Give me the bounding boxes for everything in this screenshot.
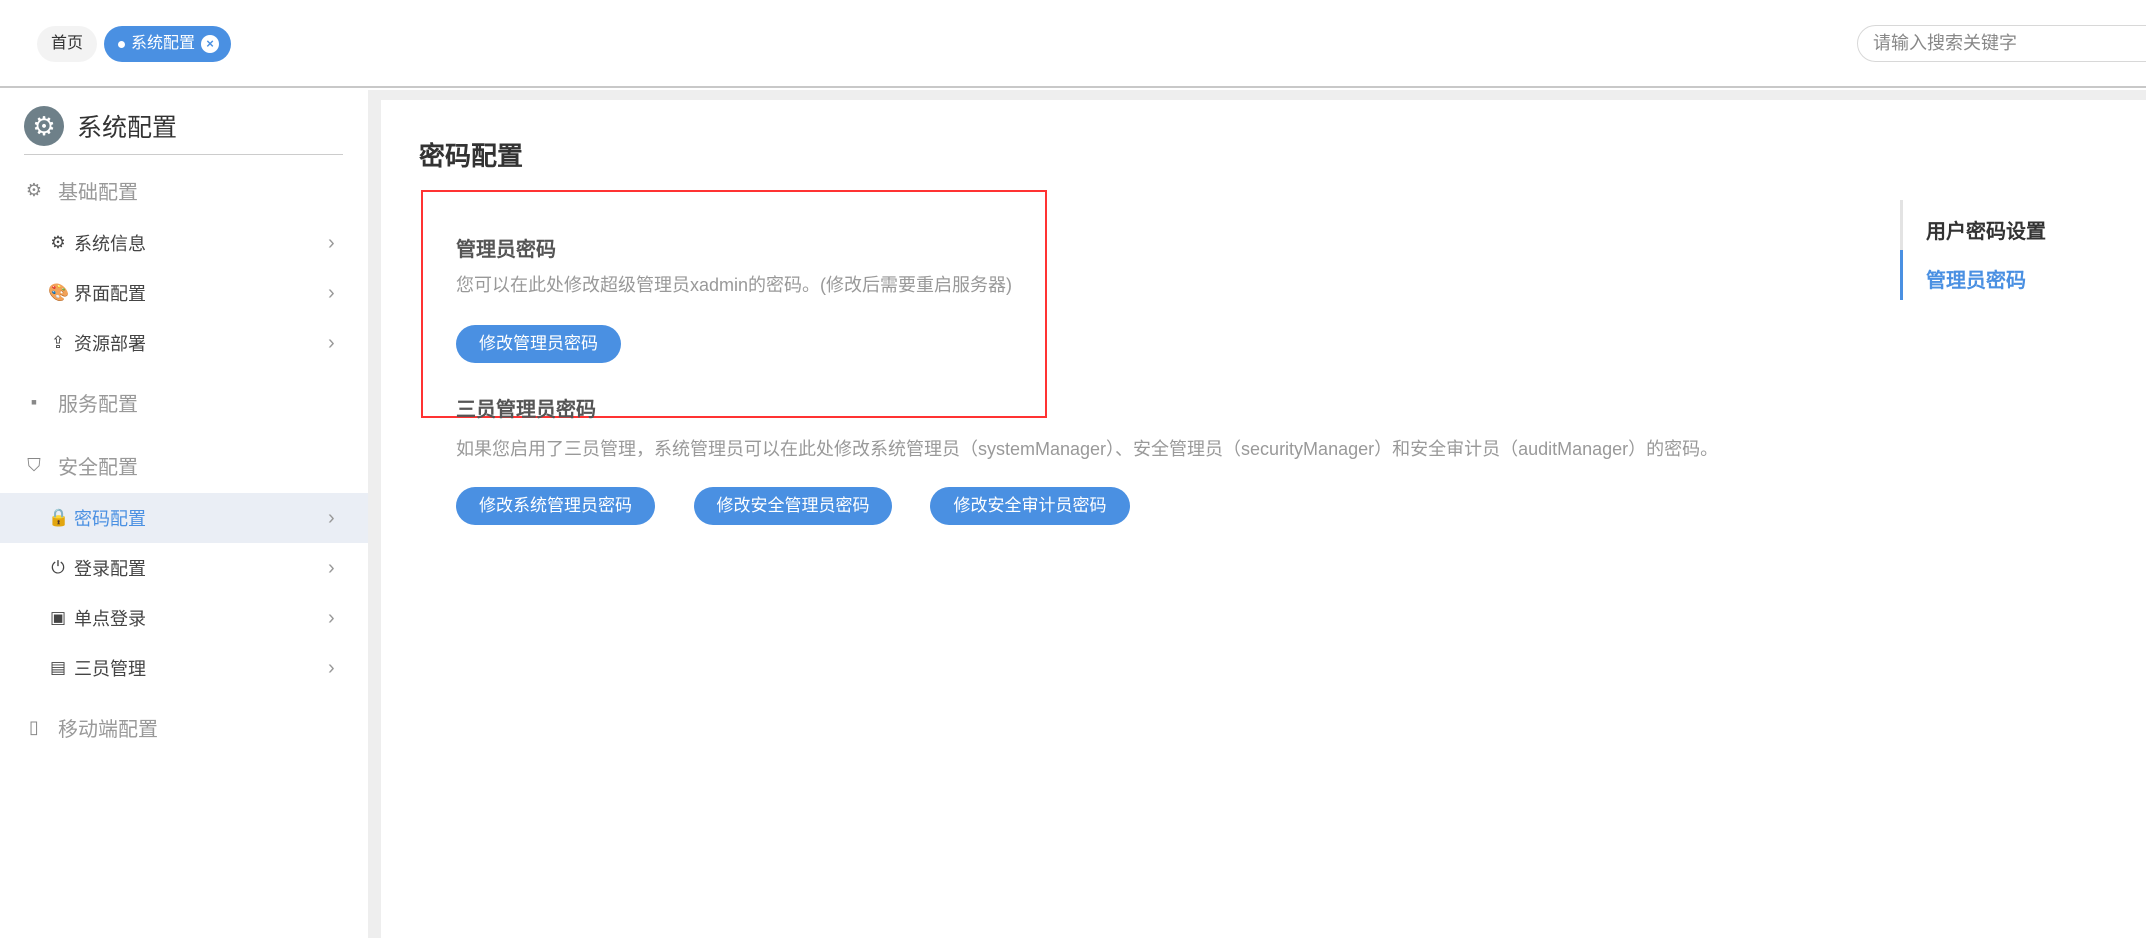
sidebar-group-basic[interactable]: ⚙ 基础配置 [24, 176, 138, 205]
change-audit-manager-password-button[interactable]: 修改安全审计员密码 [930, 487, 1130, 525]
active-dot-icon [118, 40, 125, 48]
item-label: 单点登录 [74, 609, 146, 629]
upload-icon: ⇪ [50, 333, 66, 352]
sidebar-item-sso[interactable]: ▣ 单点登录 › [0, 593, 368, 643]
chevron-right-icon: › [328, 281, 335, 304]
change-admin-password-button[interactable]: 修改管理员密码 [456, 325, 621, 363]
item-label: 密码配置 [74, 509, 146, 529]
lock-icon: 🔒 [48, 508, 70, 527]
item-label: 登录配置 [74, 559, 146, 579]
item-label: 三员管理 [74, 659, 146, 679]
search-input[interactable]: 请输入搜索关键字 [1857, 25, 2146, 62]
tab-system-config[interactable]: 系统配置 × [104, 26, 232, 62]
chevron-right-icon: › [328, 556, 335, 579]
sidebar-item-ui-config[interactable]: 🎨 界面配置 › [0, 268, 368, 318]
item-label: 界面配置 [74, 284, 146, 304]
admin-password-desc: 您可以在此处修改超级管理员xadmin的密码。(修改后需要重启服务器) [456, 275, 1013, 295]
content-gap [381, 90, 2146, 100]
chevron-right-icon: › [328, 331, 335, 354]
tab-label: 系统配置 [131, 35, 196, 52]
anchor-link-admin-password[interactable]: 管理员密码 [1926, 264, 2026, 293]
top-bar: 首页 系统配置 × 请输入搜索关键字 [0, 0, 2146, 88]
item-label: 资源部署 [74, 334, 146, 354]
highlight-box [421, 190, 1047, 418]
sidebar-item-password-config[interactable]: 🔒 密码配置 › [0, 493, 368, 543]
sidebar-item-login-config[interactable]: ⏻ 登录配置 › [0, 543, 368, 593]
page-title: 密码配置 [419, 141, 524, 171]
shield-icon: ⛉ [27, 455, 41, 475]
sidebar-item-three-admin[interactable]: ▤ 三员管理 › [0, 643, 368, 693]
group-label: 移动端配置 [58, 719, 158, 741]
sidebar-item-system-info[interactable]: ⚙ 系统信息 › [0, 218, 368, 268]
sidebar-group-mobile[interactable]: ▯ 移动端配置 [24, 713, 158, 742]
group-label: 安全配置 [58, 457, 138, 479]
palette-icon: 🎨 [48, 283, 70, 302]
chevron-right-icon: › [328, 506, 335, 529]
chevron-right-icon: › [328, 656, 335, 679]
gear-icon: ⚙ [50, 233, 66, 252]
anchor-indicator [1900, 250, 1903, 300]
admin-password-heading: 管理员密码 [456, 239, 556, 261]
group-label: 服务配置 [58, 394, 138, 416]
divider [24, 154, 343, 155]
sidebar-header: ⚙ 系统配置 [24, 106, 177, 146]
anchor-title[interactable]: 用户密码设置 [1926, 215, 2046, 244]
item-label: 系统信息 [74, 234, 146, 254]
sidebar-title: 系统配置 [77, 114, 178, 142]
sidebar-group-service[interactable]: ▪ 服务配置 [24, 388, 138, 417]
contact-card-icon: ▣ [49, 608, 67, 627]
close-icon[interactable]: × [201, 35, 220, 53]
chevron-right-icon: › [328, 606, 335, 629]
three-admin-desc: 如果您启用了三员管理，系统管理员可以在此处修改系统管理员（systemManag… [456, 439, 1719, 459]
change-system-manager-password-button[interactable]: 修改系统管理员密码 [456, 487, 655, 525]
gear-icon: ⚙ [24, 106, 64, 146]
document-icon: ▤ [49, 658, 67, 677]
sidebar-scrollbar [368, 90, 381, 938]
sidebar-group-security[interactable]: ⛉ 安全配置 [24, 451, 138, 480]
change-security-manager-password-button[interactable]: 修改安全管理员密码 [694, 487, 892, 525]
tab-home[interactable]: 首页 [37, 26, 98, 62]
group-label: 基础配置 [58, 182, 138, 204]
gear-icon: ⚙ [25, 180, 43, 200]
mobile-icon: ▯ [29, 717, 39, 737]
chevron-right-icon: › [328, 231, 335, 254]
sidebar-item-resource-deploy[interactable]: ⇪ 资源部署 › [0, 318, 368, 368]
three-admin-heading: 三员管理员密码 [456, 399, 596, 421]
login-icon: ⏻ [51, 558, 65, 577]
server-icon: ▪ [30, 392, 38, 412]
